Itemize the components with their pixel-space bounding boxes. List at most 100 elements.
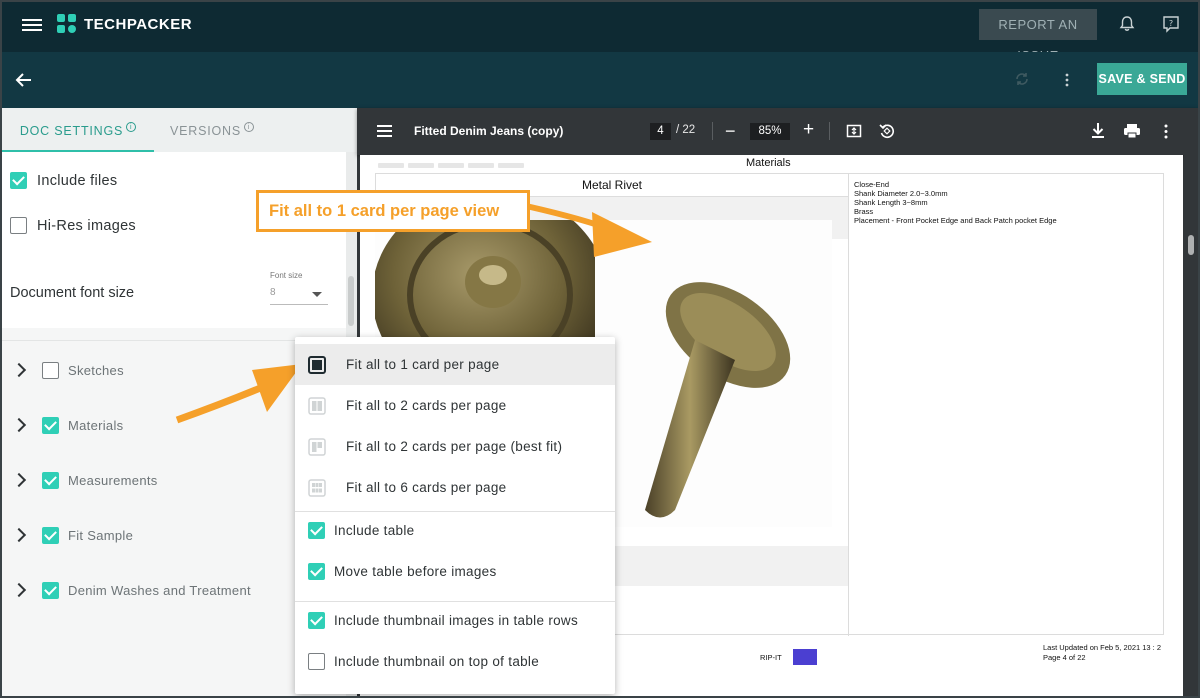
viewer-scrollbar[interactable]	[1184, 155, 1198, 696]
techpacker-logo-icon	[57, 14, 77, 34]
top-bar: TECHPACKER REPORT AN ISSUE ?	[2, 2, 1198, 63]
zoom-level-input[interactable]: 85%	[750, 123, 790, 140]
section-checkbox[interactable]	[42, 581, 59, 599]
chevron-right-icon[interactable]	[11, 417, 27, 433]
menu-icon[interactable]	[22, 16, 42, 36]
option-label: Include thumbnail on top of table	[334, 654, 540, 669]
settings-tabs: DOC SETTINGS i VERSIONS i	[2, 108, 357, 152]
svg-text:?: ?	[1169, 19, 1173, 28]
font-size-caption: Font size	[270, 271, 303, 280]
back-arrow-icon[interactable]	[14, 70, 34, 90]
layout-option-1-card[interactable]: Fit all to 1 card per page	[295, 344, 615, 385]
brand-logo	[793, 649, 817, 665]
info-icon[interactable]: i	[126, 122, 137, 132]
section-label: Fit Sample	[68, 527, 134, 543]
option-label: Include table	[334, 523, 415, 538]
page-header-chips	[378, 155, 558, 168]
move-table-checkbox[interactable]	[308, 563, 325, 580]
layout-option-label: Fit all to 2 cards per page	[346, 398, 507, 413]
chevron-right-icon[interactable]	[11, 527, 27, 543]
info-icon[interactable]: i	[244, 122, 254, 132]
last-updated-text: Last Updated on Feb 5, 2021 13 : 2	[1043, 643, 1162, 652]
move-table-option[interactable]: Move table before images	[295, 551, 615, 592]
layout-option-2-cards-best-fit[interactable]: Fit all to 2 cards per page (best fit)	[295, 426, 615, 467]
layout-options-menu: Fit all to 1 card per page Fit all to 2 …	[295, 337, 615, 694]
more-options-icon[interactable]	[1060, 70, 1074, 90]
tab-doc-settings[interactable]: DOC SETTINGS i	[2, 108, 154, 152]
include-table-option[interactable]: Include table	[295, 510, 615, 551]
thumbnail-rows-option[interactable]: Include thumbnail images in table rows	[295, 600, 615, 641]
six-cards-layout-icon	[308, 478, 326, 497]
zoom-in-button[interactable]: +	[803, 119, 814, 141]
viewer-menu-icon[interactable]	[377, 125, 392, 137]
spec-line: Brass	[854, 207, 874, 216]
section-checkbox[interactable]	[42, 361, 59, 379]
zoom-out-button[interactable]: −	[725, 121, 736, 142]
tab-versions-label: VERSIONS	[170, 124, 241, 138]
report-issue-button[interactable]: REPORT AN ISSUE	[979, 9, 1097, 63]
section-label: Measurements	[68, 472, 158, 488]
viewer-scroll-thumb[interactable]	[1188, 235, 1194, 255]
annotation-callout: Fit all to 1 card per page view	[256, 190, 530, 232]
page-section-title: Materials	[746, 157, 791, 169]
download-icon[interactable]	[1090, 122, 1106, 139]
section-checkbox[interactable]	[42, 471, 59, 489]
document-title: Fitted Denim Jeans (copy)	[414, 124, 564, 138]
rotate-icon[interactable]	[878, 122, 896, 140]
section-label: Materials	[68, 417, 124, 433]
spec-line: Shank Diameter 2.0~3.0mm	[854, 189, 948, 198]
card-column-divider	[848, 174, 849, 636]
thumbnail-rows-checkbox[interactable]	[308, 612, 325, 629]
option-label: Move table before images	[334, 564, 497, 579]
two-cards-layout-icon	[308, 396, 326, 415]
two-cards-best-fit-icon	[308, 437, 326, 456]
save-and-send-button[interactable]: SAVE & SEND	[1097, 63, 1187, 95]
footer-updated: Last Updated on Feb 5, 2021 13 : 2 Page …	[1043, 643, 1161, 663]
section-checkbox[interactable]	[42, 526, 59, 544]
section-label: Sketches	[68, 362, 124, 378]
layout-option-2-cards[interactable]: Fit all to 2 cards per page	[295, 385, 615, 426]
print-icon[interactable]	[1123, 123, 1141, 139]
hires-images-option[interactable]: Hi-Res images	[10, 217, 136, 234]
bell-icon[interactable]	[1118, 15, 1136, 33]
spec-line: Placement - Front Pocket Edge and Back P…	[854, 216, 1057, 225]
fit-page-icon[interactable]	[846, 123, 862, 139]
panel-scroll-thumb[interactable]	[348, 276, 354, 326]
section-label: Denim Washes and Treatment	[68, 582, 251, 598]
section-checkbox[interactable]	[42, 416, 59, 434]
layout-option-label: Fit all to 2 cards per page (best fit)	[346, 439, 563, 454]
chevron-right-icon[interactable]	[11, 362, 27, 378]
app-window: TECHPACKER REPORT AN ISSUE ? SAVE & SEND…	[0, 0, 1200, 698]
footer-brand: RIP-IT	[760, 653, 782, 662]
include-files-option[interactable]: Include files	[10, 172, 117, 189]
settings-group: Include files Hi-Res images Document fon…	[2, 152, 346, 328]
include-table-checkbox[interactable]	[308, 522, 325, 539]
include-files-label: Include files	[37, 172, 118, 189]
action-bar: SAVE & SEND	[2, 52, 1198, 108]
option-label: Include thumbnail images in table rows	[334, 613, 579, 628]
hires-images-label: Hi-Res images	[37, 217, 136, 234]
viewer-more-icon[interactable]	[1163, 123, 1169, 140]
font-size-select[interactable]: 8	[270, 283, 328, 305]
sync-icon	[1016, 73, 1028, 85]
viewer-toolbar: Fitted Denim Jeans (copy) 4 / 22 − 85% +	[357, 108, 1198, 155]
single-card-layout-icon	[308, 355, 326, 374]
chevron-right-icon[interactable]	[11, 582, 27, 598]
page-total: / 22	[676, 124, 696, 136]
layout-option-label: Fit all to 6 cards per page	[346, 480, 507, 495]
layout-option-label: Fit all to 1 card per page	[346, 357, 500, 372]
page-number-input[interactable]: 4	[650, 123, 671, 140]
page-counter-text: Page 4 of 22	[1043, 653, 1086, 662]
hires-images-checkbox[interactable]	[10, 217, 27, 234]
brand-name: TECHPACKER	[84, 16, 193, 33]
help-icon[interactable]: ?	[1162, 15, 1180, 33]
thumbnail-top-checkbox[interactable]	[308, 653, 325, 670]
tab-versions[interactable]: VERSIONS i	[154, 108, 270, 152]
font-size-label: Document font size	[10, 285, 135, 301]
layout-option-6-cards[interactable]: Fit all to 6 cards per page	[295, 467, 615, 508]
chevron-right-icon[interactable]	[11, 472, 27, 488]
spec-line: Close-End	[854, 180, 890, 189]
material-specs: Close-End Shank Diameter 2.0~3.0mm Shank…	[854, 180, 1057, 225]
include-files-checkbox[interactable]	[10, 172, 27, 189]
thumbnail-top-option[interactable]: Include thumbnail on top of table	[295, 641, 615, 682]
